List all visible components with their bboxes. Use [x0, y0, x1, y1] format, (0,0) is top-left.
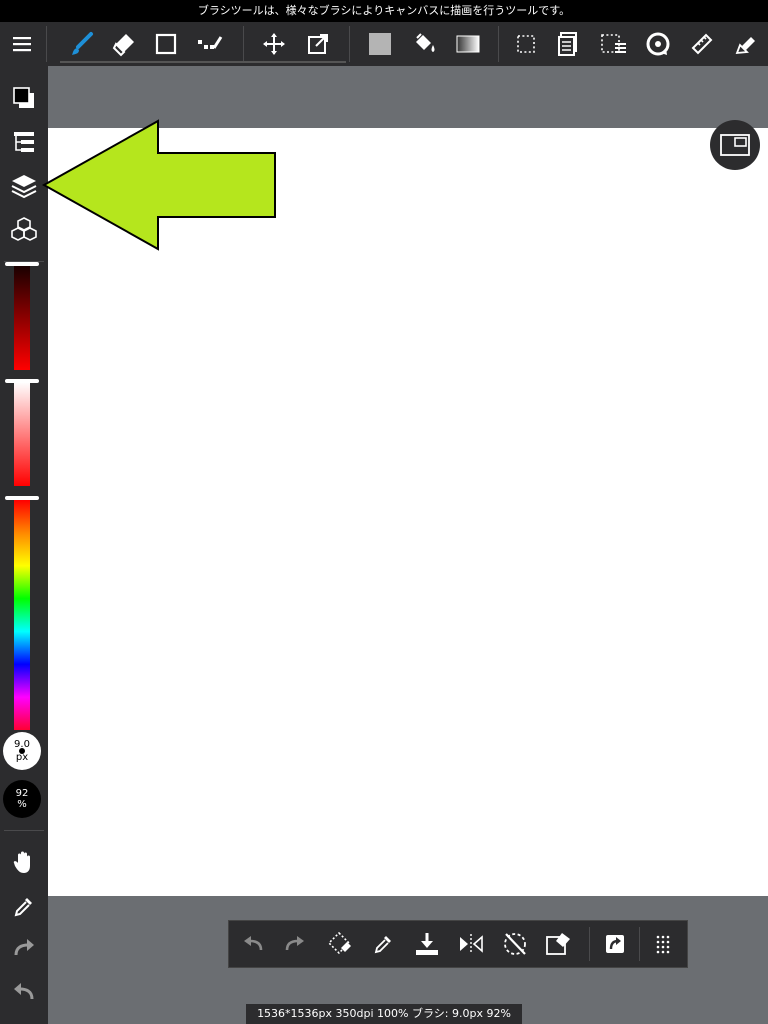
- undo-icon: [244, 936, 263, 951]
- grid-menu-button[interactable]: [643, 921, 683, 967]
- brush-size-button[interactable]: 9.0 px: [3, 732, 41, 770]
- opacity-unit: %: [17, 799, 27, 810]
- rotate-icon: [646, 32, 670, 56]
- grid-menu-icon: [656, 935, 670, 954]
- rectangle-icon: [155, 33, 177, 55]
- gradient-icon: [456, 35, 480, 53]
- redo-button[interactable]: [0, 928, 48, 968]
- brightness-slider-thumb[interactable]: [5, 262, 39, 266]
- toolbar: [0, 22, 768, 66]
- bucket-icon: [416, 33, 435, 52]
- eyedropper-button-bottom[interactable]: [363, 921, 403, 967]
- navigator-button[interactable]: [710, 120, 760, 170]
- eyedropper-icon: [374, 936, 391, 954]
- move-tool-button[interactable]: [254, 22, 294, 66]
- menu-button[interactable]: [4, 22, 40, 66]
- redo-button-bottom[interactable]: [275, 921, 315, 967]
- status-bar-message: ブラシツールは、様々なブラシによりキャンバスに描画を行うツールです。: [0, 0, 768, 22]
- dot-tool-button[interactable]: [190, 22, 230, 66]
- fill-color-button[interactable]: [360, 22, 400, 66]
- brush-tool-button[interactable]: [62, 22, 102, 66]
- eraser-icon: [112, 34, 134, 57]
- undo-icon: [14, 983, 34, 1000]
- clear-button[interactable]: [539, 921, 579, 967]
- flip-button[interactable]: [451, 921, 491, 967]
- menu-icon: [13, 37, 31, 52]
- canvas-info-bar: 1536*1536px 350dpi 100% ブラシ: 9.0px 92%: [246, 1004, 522, 1024]
- materials-icon: [11, 217, 37, 241]
- undo-button[interactable]: [0, 972, 48, 1012]
- transform-tool-button[interactable]: [298, 22, 338, 66]
- copy-layer-button[interactable]: [548, 22, 588, 66]
- redo-icon: [285, 936, 304, 951]
- gradient-tool-button[interactable]: [448, 22, 488, 66]
- annotation-arrow-icon: [41, 119, 276, 251]
- saturation-slider[interactable]: [14, 382, 30, 486]
- opacity-value: 92: [15, 788, 29, 799]
- bucket-tool-button[interactable]: [404, 22, 444, 66]
- copy-layer-icon: [558, 32, 577, 56]
- opacity-button[interactable]: 92 %: [3, 780, 41, 818]
- hue-slider[interactable]: [14, 500, 30, 730]
- select-tool-button[interactable]: [506, 22, 546, 66]
- brush-icon: [72, 32, 93, 55]
- hand-tool-button[interactable]: [0, 842, 48, 882]
- color-swatch-button[interactable]: [0, 78, 48, 118]
- brush-size-unit: px: [15, 752, 29, 763]
- ruler-icon: [691, 33, 713, 55]
- eyedropper-button[interactable]: [0, 886, 48, 926]
- select-icon: [517, 35, 535, 53]
- select-menu-icon: [601, 34, 626, 53]
- color-swatch-icon: [13, 87, 34, 108]
- share-icon: [606, 935, 624, 953]
- layer-list-icon: [14, 132, 34, 152]
- select-menu-button[interactable]: [594, 22, 634, 66]
- rotate-selection-button[interactable]: [319, 921, 359, 967]
- brightness-slider[interactable]: [14, 266, 30, 370]
- rotate-selection-icon: [327, 931, 351, 955]
- fill-color-icon: [369, 33, 391, 55]
- save-button[interactable]: [407, 921, 447, 967]
- hand-icon: [13, 851, 30, 873]
- saturation-slider-thumb[interactable]: [5, 379, 39, 383]
- bottom-toolbar: [228, 920, 688, 968]
- reset-rotation-icon: [504, 933, 526, 955]
- shape-tool-button[interactable]: [146, 22, 186, 66]
- rotate-canvas-button[interactable]: [638, 22, 678, 66]
- share-button[interactable]: [595, 921, 635, 967]
- undo-button-bottom[interactable]: [233, 921, 273, 967]
- eraser-tool-button[interactable]: [104, 22, 144, 66]
- dot-icon: [198, 36, 223, 49]
- save-icon: [416, 933, 438, 955]
- ruler-button[interactable]: [682, 22, 722, 66]
- flip-icon: [460, 934, 483, 954]
- layers-icon: [11, 175, 37, 199]
- pen-settings-button[interactable]: [726, 22, 766, 66]
- move-icon: [263, 33, 285, 55]
- eyedropper-icon: [14, 898, 32, 917]
- reset-rotation-button[interactable]: [495, 921, 535, 967]
- clear-icon: [546, 933, 570, 955]
- redo-icon: [14, 939, 34, 956]
- pen-icon: [735, 37, 755, 55]
- hue-slider-thumb[interactable]: [5, 496, 39, 500]
- transform-icon: [308, 34, 328, 54]
- navigator-icon: [720, 134, 750, 156]
